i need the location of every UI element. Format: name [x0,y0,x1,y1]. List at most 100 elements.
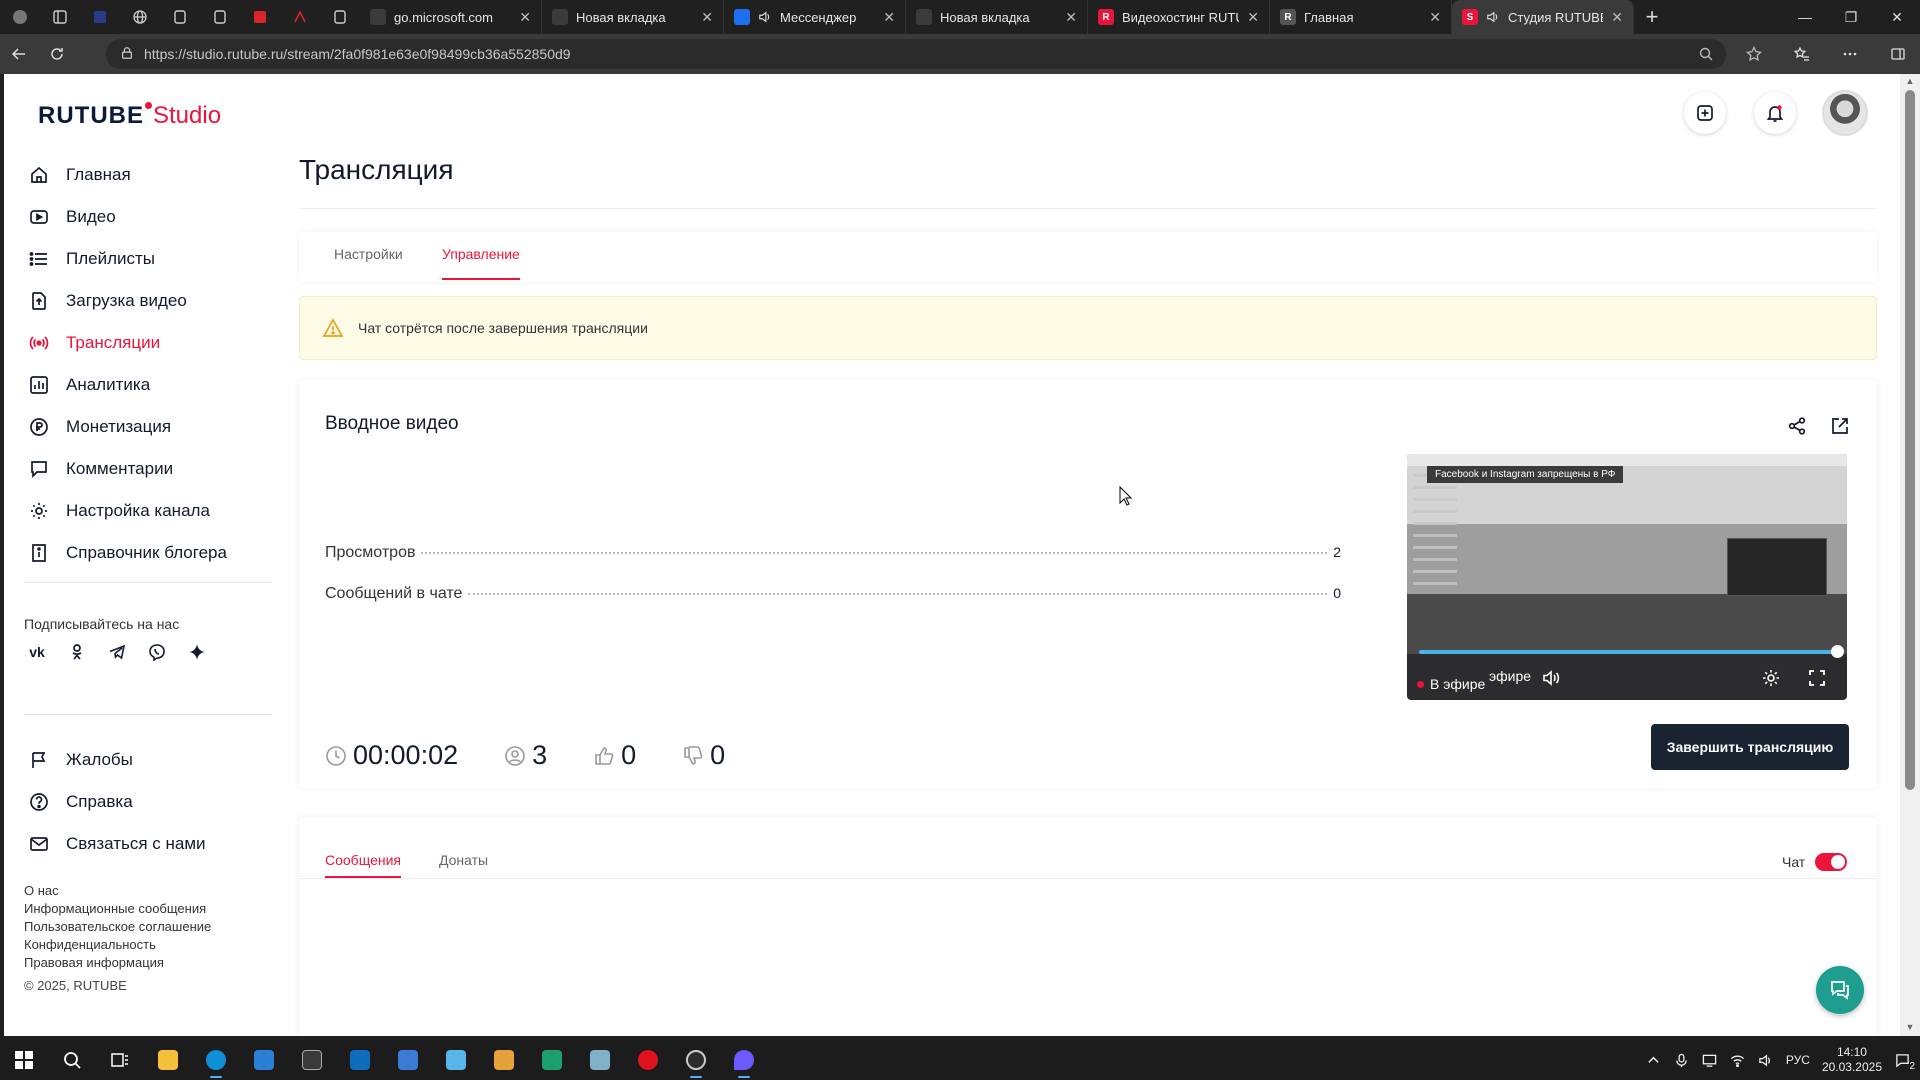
browser-tab[interactable]: go.microsoft.com ✕ [360,0,542,34]
tab-settings[interactable]: Настройки [334,246,403,262]
volume-button[interactable] [1539,666,1563,690]
file-explorer-icon[interactable] [144,1040,192,1080]
pdf-icon[interactable] [240,0,280,34]
store-icon[interactable] [240,1040,288,1080]
start-button[interactable] [0,1040,48,1080]
pinned-tab-icon[interactable] [320,0,360,34]
sidebar-item-playlists[interactable]: Плейлисты [28,238,268,280]
footer-link[interactable]: О нас [24,882,211,900]
microphone-icon[interactable] [1674,1052,1690,1068]
search-icon[interactable] [48,1040,96,1080]
avatar[interactable] [1822,90,1868,136]
speaker-icon[interactable] [1758,1052,1774,1068]
close-icon[interactable]: ✕ [701,9,713,26]
restore-icon[interactable]: ❐ [1828,0,1874,34]
minimize-icon[interactable]: — [1782,0,1828,34]
scrollbar-thumb[interactable] [1905,90,1915,790]
obs-studio-icon[interactable] [672,1040,720,1080]
back-button[interactable] [0,36,38,72]
sidebar-item-blogger-guide[interactable]: Справочник блогера [28,532,268,574]
sidebar-item-comments[interactable]: Комментарии [28,448,268,490]
sidebar-item-analytics[interactable]: Аналитика [28,364,268,406]
new-tab-button[interactable]: + [1634,0,1670,34]
android-app-icon[interactable] [528,1040,576,1080]
chevron-up-icon[interactable] [1646,1052,1662,1068]
display-icon[interactable] [1702,1052,1718,1068]
reload-button[interactable] [38,36,76,72]
calendar-app-icon[interactable] [288,1040,336,1080]
opera-browser-icon[interactable] [624,1040,672,1080]
url-field[interactable]: https://studio.rutube.ru/stream/2fa0f981… [106,39,1726,69]
calculator-icon[interactable] [384,1040,432,1080]
acrobat-icon[interactable] [280,0,320,34]
app-droplet-icon[interactable] [720,1040,768,1080]
rutube-studio-logo[interactable]: RUTUBE Studio [38,102,221,130]
player-settings-button[interactable] [1759,666,1783,690]
weather-app-icon[interactable] [480,1040,528,1080]
close-icon[interactable]: ✕ [1429,9,1441,26]
notes-app-icon[interactable] [432,1040,480,1080]
close-icon[interactable]: ✕ [519,9,531,26]
tab-actions-icon[interactable] [40,0,80,34]
task-view-icon[interactable] [96,1040,144,1080]
sidebar-item-upload[interactable]: Загрузка видео [28,280,268,322]
player-progress-knob[interactable] [1831,645,1844,658]
edge-browser-icon[interactable] [192,1040,240,1080]
paint-app-icon[interactable] [576,1040,624,1080]
close-icon[interactable]: ✕ [1247,9,1259,26]
sidebar-item-broadcasts[interactable]: Трансляции [28,322,268,364]
close-icon[interactable]: ✕ [1611,9,1623,26]
scroll-up-icon[interactable]: ▲ [1904,76,1916,88]
sidebar-item-help[interactable]: Справка [28,781,268,823]
sidebar-item-monetization[interactable]: Монетизация [28,406,268,448]
pinned-tab-icon[interactable] [200,0,240,34]
close-icon[interactable]: ✕ [1065,9,1077,26]
open-external-button[interactable] [1826,412,1854,440]
stream-preview-player[interactable]: Facebook и Instagram запрещены в РФ В эф… [1407,454,1847,700]
close-window-icon[interactable]: ✕ [1874,0,1920,34]
language-indicator[interactable]: РУС [1786,1053,1810,1067]
browser-tab-active[interactable]: S Студия RUTUBE ✕ [1452,0,1634,34]
browser-tab[interactable]: Новая вкладка ✕ [906,0,1088,34]
page-scrollbar[interactable]: ▲ ▼ [1900,74,1920,1036]
outlook-icon[interactable] [336,1040,384,1080]
favorite-star-icon[interactable] [1732,36,1776,72]
support-chat-button[interactable] [1816,966,1864,1014]
close-icon[interactable]: ✕ [883,9,895,26]
sidebar-item-channel-settings[interactable]: Настройка канала [28,490,268,532]
tab-donations[interactable]: Донаты [439,852,488,868]
notification-center-icon[interactable]: 2 [1894,1052,1915,1072]
telegram-icon[interactable] [104,639,130,665]
speaker-icon[interactable] [1486,10,1500,24]
sidebar-item-video[interactable]: Видео [28,196,268,238]
chat-toggle[interactable] [1815,853,1847,871]
tab-control[interactable]: Управление [442,246,520,262]
footer-link[interactable]: Пользовательское соглашение [24,918,211,936]
add-content-button[interactable] [1684,92,1726,134]
wifi-icon[interactable] [1730,1052,1746,1068]
clock[interactable]: 14:10 20.03.2025 [1822,1045,1882,1075]
footer-link[interactable]: Информационные сообщения [24,900,211,918]
share-button[interactable] [1783,412,1811,440]
tab-messages[interactable]: Сообщения [325,852,401,868]
globe-icon[interactable] [120,0,160,34]
browser-tab[interactable]: RВидеохостинг RUTUBE✕ [1088,0,1270,34]
scroll-down-icon[interactable]: ▼ [1904,1022,1916,1034]
footer-link[interactable]: Конфиденциальность [24,936,211,954]
profile-icon[interactable] [0,0,40,34]
notifications-button[interactable] [1754,92,1796,134]
favorites-icon[interactable] [1780,36,1824,72]
pinned-tab-icon[interactable] [160,0,200,34]
fullscreen-button[interactable] [1805,666,1829,690]
browser-tab[interactable]: R Главная ✕ [1270,0,1452,34]
browser-tab[interactable]: Новая вкладка ✕ [542,0,724,34]
end-stream-button[interactable]: Завершить трансляцию [1651,724,1849,770]
sidebar-item-contact[interactable]: Связаться с нами [28,823,268,865]
sidebar-item-home[interactable]: Главная [28,154,268,196]
speaker-icon[interactable] [758,10,772,24]
player-progress-bar[interactable] [1419,650,1837,654]
vk-icon[interactable]: vk [24,639,50,665]
lock-icon[interactable] [120,46,134,63]
sidebar-toggle-icon[interactable] [1876,36,1920,72]
sidebar-item-complaints[interactable]: Жалобы [28,739,268,781]
